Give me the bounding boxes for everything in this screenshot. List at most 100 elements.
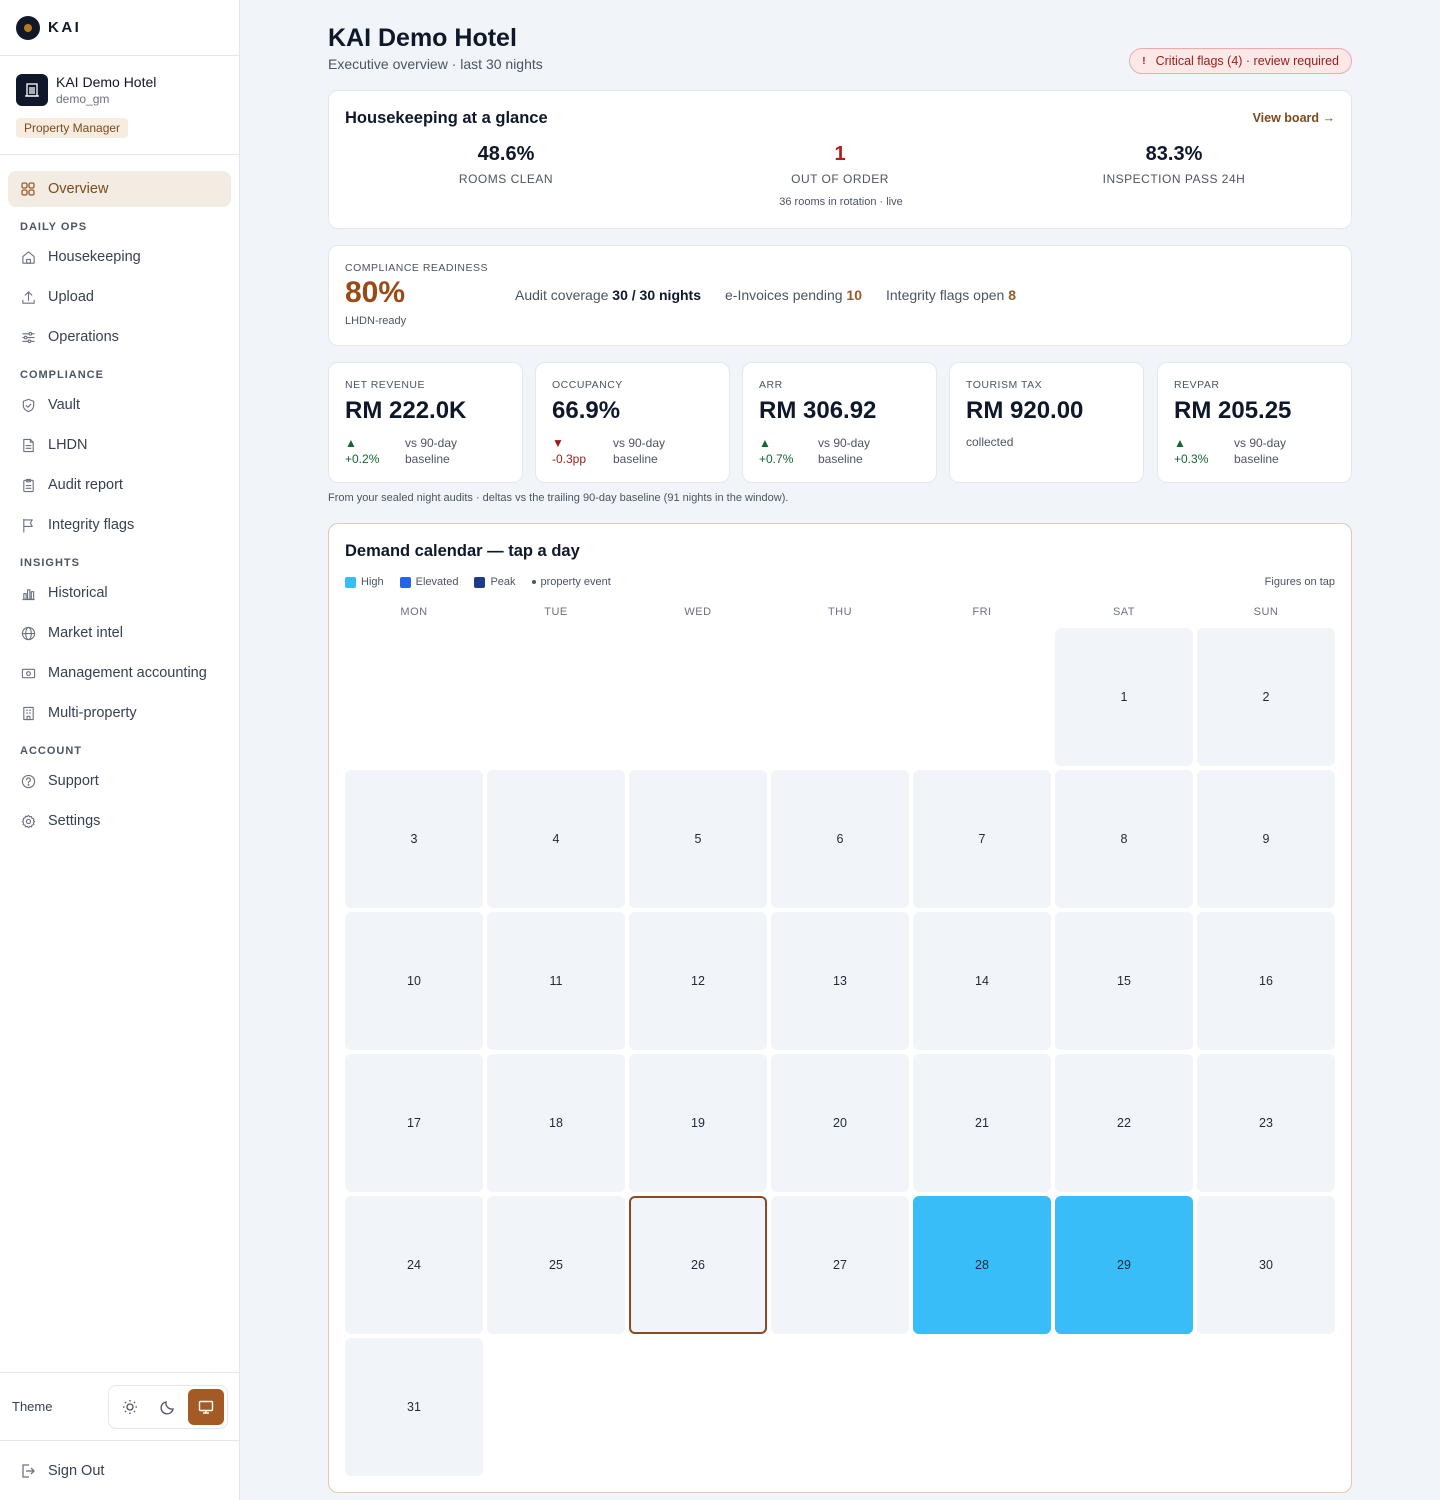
figures-on-tap-note: Figures on tap bbox=[1264, 576, 1335, 588]
kpi-card-revpar: REVPAR RM 205.25 ▲ +0.3% vs 90-day baseli… bbox=[1157, 362, 1352, 483]
sign-out-label: Sign Out bbox=[48, 1462, 105, 1479]
calendar-day[interactable]: 29 bbox=[1055, 1196, 1193, 1334]
calendar-day[interactable]: 3 bbox=[345, 770, 483, 908]
kpi-card-arr: ARR RM 306.92 ▲ +0.7% vs 90-day baseline bbox=[742, 362, 937, 483]
clipboard-icon bbox=[20, 477, 36, 493]
nav-item-market-intel[interactable]: Market intel bbox=[8, 615, 231, 651]
arrow-up-icon: ▲ bbox=[759, 436, 771, 450]
stat-label: OUT OF ORDER bbox=[791, 172, 889, 186]
calendar-day[interactable]: 30 bbox=[1197, 1196, 1335, 1334]
calendar-day[interactable]: 23 bbox=[1197, 1054, 1335, 1192]
nav-item-label: Overview bbox=[48, 181, 109, 197]
calendar-day[interactable]: 15 bbox=[1055, 912, 1193, 1050]
property-block: KAI Demo Hotel demo_gm Property Manager bbox=[0, 56, 239, 155]
calendar-day[interactable]: 2 bbox=[1197, 628, 1335, 766]
critical-flags-label: Critical flags (4) · review required bbox=[1155, 54, 1339, 68]
compliance-card: COMPLIANCE READINESS 80% LHDN-ready Audi… bbox=[328, 245, 1352, 346]
kpi-delta: ▲ +0.3% bbox=[1174, 435, 1208, 467]
rooms-clean-stat: 48.6% ROOMS CLEAN bbox=[356, 143, 656, 186]
kpi-delta: ▲ +0.7% bbox=[759, 435, 793, 467]
arrow-up-icon: ▲ bbox=[1174, 436, 1186, 450]
calendar-day[interactable]: 24 bbox=[345, 1196, 483, 1334]
calendar-title: Demand calendar — tap a day bbox=[345, 542, 580, 560]
weekday-header: THU bbox=[827, 606, 853, 618]
nav-item-vault[interactable]: Vault bbox=[8, 387, 231, 423]
integrity-flags-open: Integrity flags open 8 bbox=[886, 287, 1016, 303]
weekday-header: SAT bbox=[1112, 606, 1136, 618]
calendar-day[interactable]: 10 bbox=[345, 912, 483, 1050]
nav-item-label: Integrity flags bbox=[48, 517, 135, 533]
nav-item-label: Market intel bbox=[48, 625, 123, 641]
calendar-day[interactable]: 19 bbox=[629, 1054, 767, 1192]
stat-value: 48.6% bbox=[477, 143, 535, 165]
kpi-value: RM 920.00 bbox=[966, 397, 1084, 424]
calendar-day[interactable]: 17 bbox=[345, 1054, 483, 1192]
calendar-day[interactable]: 16 bbox=[1197, 912, 1335, 1050]
calendar-day[interactable]: 31 bbox=[345, 1338, 483, 1476]
weekday-header: MON bbox=[400, 606, 428, 618]
calendar-day[interactable]: 7 bbox=[913, 770, 1051, 908]
critical-flags-button[interactable]: ! Critical flags (4) · review required bbox=[1129, 48, 1352, 74]
view-board-link[interactable]: View board → bbox=[1253, 111, 1335, 125]
nav-item-housekeeping[interactable]: Housekeeping bbox=[8, 239, 231, 275]
calendar-day[interactable]: 22 bbox=[1055, 1054, 1193, 1192]
monitor-icon bbox=[198, 1400, 214, 1414]
hotel-building-icon bbox=[16, 74, 48, 106]
upload-icon bbox=[20, 289, 36, 305]
system-theme-button[interactable] bbox=[188, 1388, 224, 1425]
calendar-day[interactable]: 4 bbox=[487, 770, 625, 908]
nav-item-operations[interactable]: Operations bbox=[8, 319, 231, 355]
calendar-day[interactable]: 27 bbox=[771, 1196, 909, 1334]
kpi-card-net-revenue: NET REVENUE RM 222.0K ▲ +0.2% vs 90-day b… bbox=[328, 362, 523, 483]
kpi-delta-value: -0.3pp bbox=[552, 452, 587, 466]
calendar-day[interactable]: 21 bbox=[913, 1054, 1051, 1192]
nav-item-label: Vault bbox=[48, 397, 80, 413]
kpi-card-tourism-tax: TOURISM TAX RM 920.00 collected bbox=[949, 362, 1144, 483]
calendar-day[interactable]: 8 bbox=[1055, 770, 1193, 908]
calendar-day[interactable]: 13 bbox=[771, 912, 909, 1050]
out-of-order-stat: 1 OUT OF ORDER bbox=[690, 143, 990, 186]
calendar-day[interactable]: 5 bbox=[629, 770, 767, 908]
calendar-day[interactable]: 12 bbox=[629, 912, 767, 1050]
legend-swatch bbox=[399, 576, 411, 588]
calendar-day[interactable]: 9 bbox=[1197, 770, 1335, 908]
calendar-day[interactable]: 25 bbox=[487, 1196, 625, 1334]
property-username: demo_gm bbox=[56, 92, 110, 106]
nav-item-support[interactable]: Support bbox=[8, 763, 231, 799]
nav-item-integrity-flags[interactable]: Integrity flags bbox=[8, 507, 231, 543]
nav-item-label: LHDN bbox=[48, 437, 88, 453]
calendar-day[interactable]: 6 bbox=[771, 770, 909, 908]
legend-swatch bbox=[345, 576, 356, 588]
dark-theme-button[interactable] bbox=[150, 1389, 186, 1425]
nav-item-historical[interactable]: Historical bbox=[8, 575, 231, 611]
event-dot-icon bbox=[531, 580, 536, 584]
nav-item-lhdn[interactable]: LHDN bbox=[8, 427, 231, 463]
nav-item-label: Operations bbox=[48, 329, 119, 345]
theme-label: Theme bbox=[12, 1399, 53, 1414]
nav-item-audit-report[interactable]: Audit report bbox=[8, 467, 231, 503]
calendar-day[interactable]: 11 bbox=[487, 912, 625, 1050]
einvoices-pending: e-Invoices pending 10 bbox=[725, 287, 862, 303]
nav-item-management-accounting[interactable]: Management accounting bbox=[8, 655, 231, 691]
alert-icon: ! bbox=[1142, 55, 1146, 67]
compliance-value: 80% bbox=[345, 276, 406, 309]
calendar-day[interactable]: 28 bbox=[913, 1196, 1051, 1334]
calendar-day[interactable]: 1 bbox=[1055, 628, 1193, 766]
housekeeping-title: Housekeeping at a glance bbox=[345, 109, 548, 127]
property-name: KAI Demo Hotel bbox=[56, 74, 157, 90]
calendar-day[interactable]: 14 bbox=[913, 912, 1051, 1050]
nav-item-overview[interactable]: Overview bbox=[8, 171, 231, 207]
nav-item-upload[interactable]: Upload bbox=[8, 279, 231, 315]
sign-out-button[interactable]: Sign Out bbox=[0, 1440, 240, 1500]
nav-section-heading: DAILY OPS bbox=[20, 221, 88, 233]
nav-item-settings[interactable]: Settings bbox=[8, 803, 231, 839]
calendar-legend: High Elevated Peak property event bbox=[345, 576, 611, 588]
calendar-day[interactable]: 18 bbox=[487, 1054, 625, 1192]
light-theme-button[interactable] bbox=[112, 1389, 148, 1425]
globe-icon bbox=[20, 625, 36, 641]
help-circle-icon bbox=[20, 773, 36, 789]
calendar-day[interactable]: 20 bbox=[771, 1054, 909, 1192]
nav-item-multi-property[interactable]: Multi-property bbox=[8, 695, 231, 731]
sidebar-nav: Overview DAILY OPS Housekeeping Upload Oper… bbox=[0, 155, 239, 839]
calendar-day[interactable]: 26 bbox=[629, 1196, 767, 1334]
